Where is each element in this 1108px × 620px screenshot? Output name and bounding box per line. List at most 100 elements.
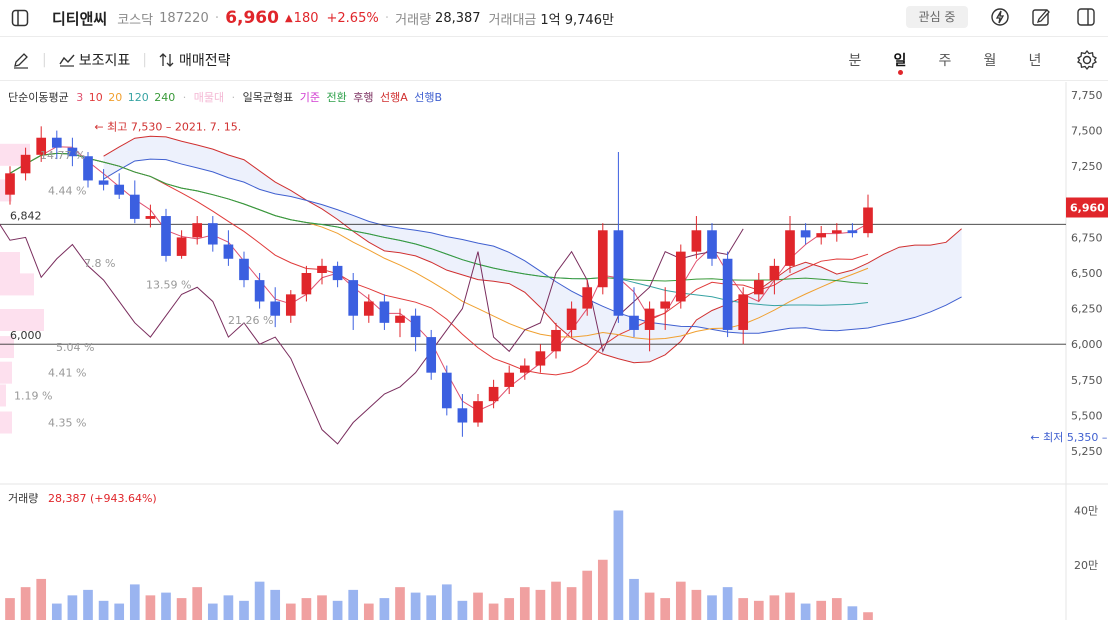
price-tick-label: 6,000 <box>1071 338 1103 351</box>
volume-bar <box>176 598 187 620</box>
volume-bar <box>441 584 452 620</box>
volume-bar <box>597 559 608 620</box>
volume-profile-bar <box>0 252 20 275</box>
candle-body <box>379 301 390 323</box>
sidebar-toggle-icon[interactable] <box>10 8 30 28</box>
volume-bar <box>379 598 390 620</box>
settings-gear-icon[interactable] <box>1076 49 1098 71</box>
price-tick-label: 7,250 <box>1071 160 1103 173</box>
amount-label: 거래대금 <box>488 12 537 28</box>
volume-bar <box>582 570 593 620</box>
candle-body <box>535 351 546 366</box>
edit-icon[interactable] <box>1031 7 1051 27</box>
amount-value: 1억 9,746만 <box>540 12 614 28</box>
volume-profile-bar <box>0 273 34 296</box>
price-chart[interactable]: 6,842 6,000 ← 최고 7,530 – 2021. 7. 15. ← 최저 … <box>0 82 1108 620</box>
volume-bar <box>161 592 171 620</box>
candle-body <box>707 230 717 259</box>
price-tick-label: 5,500 <box>1071 409 1103 422</box>
candle-body <box>753 280 764 295</box>
candle-body <box>722 258 733 330</box>
volume-profile-label: 21.26 % <box>228 314 273 327</box>
volume-bar <box>519 587 530 620</box>
volume-bar <box>722 587 733 620</box>
extreme-annotation: ← 최저 5,350 – 2021. 10. 7. <box>1030 431 1108 444</box>
volume-bar <box>67 595 78 620</box>
strategy-label: 매매전략 <box>178 53 231 69</box>
candle-body <box>301 273 312 295</box>
volume-bar <box>831 598 842 620</box>
period-tabs: 분 일 주 월 년 <box>840 40 1050 80</box>
volume-bar <box>800 603 811 620</box>
reference-line-label: 6,842 <box>10 209 42 222</box>
candle-body <box>738 294 749 330</box>
candle-body <box>644 308 655 330</box>
volume-bar <box>769 595 780 620</box>
indicators-label: 보조지표 <box>78 53 131 69</box>
volume-bar <box>644 592 655 620</box>
strategy-button[interactable]: 매매전략 <box>159 50 231 70</box>
volume-bar <box>5 598 15 620</box>
price-tick-label: 5,250 <box>1071 445 1103 458</box>
candle-body <box>98 180 109 185</box>
volume-bar <box>629 578 639 620</box>
volume-bar <box>691 589 702 620</box>
volume-profile-label: 4.41 % <box>48 367 86 380</box>
candle-body <box>332 265 343 281</box>
candle-body <box>410 315 421 338</box>
volume-profile-label: 13.59 % <box>146 278 191 291</box>
volume-bar <box>207 603 218 620</box>
panel-toggle-icon[interactable] <box>1076 7 1096 27</box>
candle-body <box>129 194 140 219</box>
tab-month[interactable]: 월 <box>975 50 1005 70</box>
candle-body <box>847 230 858 234</box>
tab-minute[interactable]: 분 <box>840 50 870 70</box>
flash-icon[interactable] <box>990 7 1010 27</box>
tab-week[interactable]: 주 <box>930 50 960 70</box>
candle-body <box>769 265 780 281</box>
candle-body <box>20 154 31 174</box>
volume-bar <box>36 578 47 620</box>
reference-line-label: 6,000 <box>10 329 42 342</box>
watchlist-button[interactable]: 관심 중 <box>906 6 968 28</box>
moving-average-line <box>9 152 869 307</box>
volume-bar <box>785 592 795 620</box>
volume-pane-label: 거래량 <box>8 492 38 505</box>
volume-bar <box>847 606 858 620</box>
active-tab-dot <box>898 70 903 75</box>
volume-bar <box>457 600 468 620</box>
tab-year[interactable]: 년 <box>1020 50 1050 70</box>
candle-body <box>285 294 296 316</box>
moving-average-line <box>9 146 869 412</box>
volume-profile-label: 7.8 % <box>84 257 115 270</box>
volume-bar <box>551 581 561 620</box>
indicators-button[interactable]: 보조지표 <box>59 50 131 70</box>
price-tick-label: 5,750 <box>1071 374 1103 387</box>
candle-body <box>566 308 577 330</box>
volume-bar <box>270 589 281 620</box>
candle-body <box>5 173 15 195</box>
volume-bar <box>239 600 249 620</box>
candle-body <box>457 408 468 423</box>
tab-day[interactable]: 일 <box>885 50 915 70</box>
volume-bar <box>145 595 156 620</box>
volume-profile-bar <box>0 411 12 434</box>
volume-pane-value: 28,387 (+943.64%) <box>48 492 157 505</box>
volume-label: 거래량 <box>395 12 432 28</box>
volume-bar <box>129 584 140 620</box>
candle-body <box>145 216 156 219</box>
candle-body <box>176 237 187 256</box>
candle-body <box>161 216 171 256</box>
price-up-icon: ▲ <box>284 12 293 24</box>
candle-body <box>348 280 359 316</box>
candle-body <box>831 230 842 234</box>
volume-profile-label: 5.04 % <box>56 341 94 354</box>
volume-bar <box>254 581 265 620</box>
volume-value: 28,387 <box>435 10 481 26</box>
volume-bar <box>348 589 359 620</box>
candle-body <box>317 265 327 273</box>
candle-body <box>504 372 515 387</box>
volume-bar <box>426 595 437 620</box>
pencil-icon[interactable] <box>12 51 30 69</box>
volume-bar <box>613 510 624 620</box>
